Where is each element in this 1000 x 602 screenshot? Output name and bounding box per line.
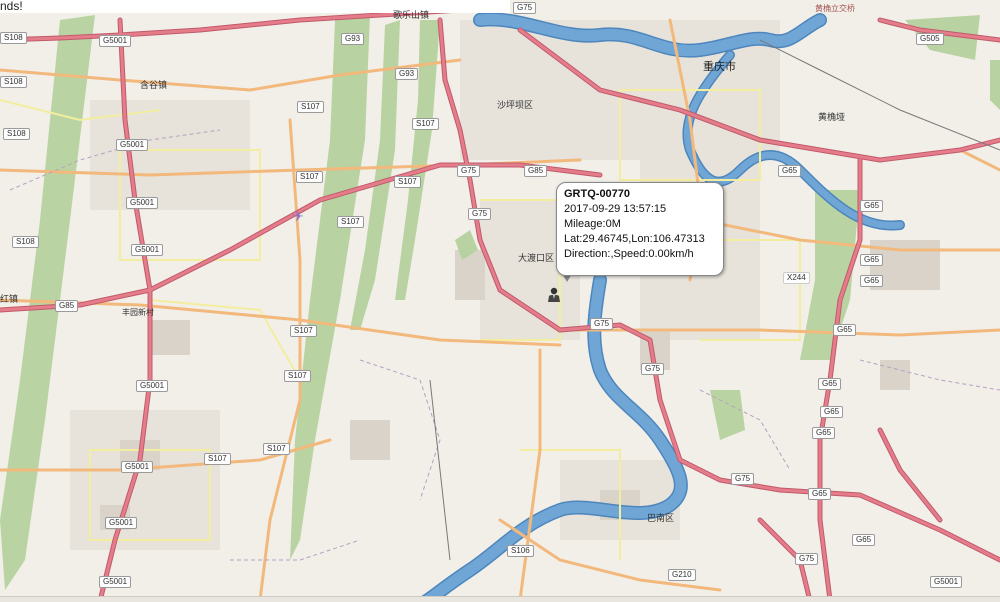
road-shield-g85: G85 — [55, 300, 79, 312]
place-label-dadukou: 大渡口区 — [518, 254, 555, 264]
road-shield-g65: G65 — [818, 378, 842, 390]
road-shield-g5001: G5001 — [136, 380, 169, 392]
notification-banner: nds! — [0, 0, 510, 13]
road-shield-g65: G65 — [860, 275, 884, 287]
road-shield-s107: S107 — [394, 176, 421, 188]
place-label-hongjiang: 红镇 — [0, 295, 19, 305]
road-shield-s107: S107 — [296, 171, 323, 183]
vehicle-person-icon[interactable] — [547, 287, 561, 303]
place-label-gegeguo: 歌乐山镇 — [393, 11, 430, 21]
road-shield-g75: G75 — [795, 553, 819, 565]
road-shield-g75: G75 — [731, 473, 755, 485]
road-shield-g65: G65 — [852, 534, 876, 546]
road-shield-g75: G75 — [468, 208, 492, 220]
place-label-huangjueli: 黄桷立交桥 — [815, 4, 855, 13]
road-shield-g65: G65 — [860, 200, 884, 212]
popup-coordinates: Lat:29.46745,Lon:106.47313 — [564, 233, 705, 245]
road-shield-g5001: G5001 — [121, 461, 154, 473]
road-shield-g75: G75 — [641, 363, 665, 375]
road-shield-g5001: G5001 — [930, 576, 963, 588]
place-label-taijiazhen: 含谷镇 — [140, 81, 168, 91]
road-shield-g5001: G5001 — [131, 244, 164, 256]
road-shield-s108: S108 — [0, 76, 27, 88]
popup-mileage: Mileage:0M — [564, 218, 621, 230]
road-shield-g75: G75 — [457, 165, 481, 177]
road-shield-s107: S107 — [337, 216, 364, 228]
road-shield-g5001: G5001 — [126, 197, 159, 209]
place-label-chongqing: 重庆市 — [703, 60, 736, 73]
road-shield-g93: G93 — [341, 33, 365, 45]
road-shield-g210: G210 — [668, 569, 696, 581]
road-shield-g65: G65 — [860, 254, 884, 266]
road-shield-g65: G65 — [820, 406, 844, 418]
road-shield-g85: G85 — [524, 165, 548, 177]
road-shield-g65: G65 — [812, 427, 836, 439]
place-label-fengyuanxincun: 丰园新村 — [122, 308, 154, 317]
road-shield-s107: S107 — [297, 101, 324, 113]
road-shield-g65: G65 — [778, 165, 802, 177]
road-shield-s108: S108 — [3, 128, 30, 140]
device-id: GRTQ-00770 — [564, 188, 631, 200]
map-bottom-edge — [0, 596, 1000, 602]
road-shield-s107: S107 — [204, 453, 231, 465]
road-shield-s107: S107 — [263, 443, 290, 455]
vehicle-info-popup[interactable]: GRTQ-00770 2017-09-29 13:57:15 Mileage:0… — [556, 182, 724, 276]
road-shield-x244: X244 — [783, 272, 810, 284]
place-label-huangjueya: 黄桷垭 — [818, 113, 846, 123]
road-shield-s107: S107 — [290, 325, 317, 337]
popup-direction-speed: Direction:,Speed:0.00km/h — [564, 248, 694, 260]
road-shield-s107: S107 — [412, 118, 439, 130]
road-shield-g505: G505 — [916, 33, 944, 45]
road-shield-s107: S107 — [284, 370, 311, 382]
road-shield-s108: S108 — [0, 32, 27, 44]
popup-timestamp: 2017-09-29 13:57:15 — [564, 203, 667, 215]
road-shield-s106: S106 — [507, 545, 534, 557]
road-shield-g5001: G5001 — [99, 35, 132, 47]
road-shield-s108: S108 — [12, 236, 39, 248]
road-shield-g65: G65 — [808, 488, 832, 500]
airport-icon: ✈ — [292, 208, 304, 224]
road-shield-g5001: G5001 — [105, 517, 138, 529]
road-shield-g5001: G5001 — [116, 139, 149, 151]
road-shield-g65: G65 — [833, 324, 857, 336]
place-label-banan: 巴南区 — [647, 514, 675, 524]
road-shield-g93: G93 — [395, 68, 419, 80]
road-shield-g75: G75 — [590, 318, 614, 330]
road-shield-g5001: G5001 — [99, 576, 132, 588]
place-label-shapingba: 沙坪坝区 — [497, 101, 534, 111]
road-shield-g75: G75 — [513, 2, 537, 14]
